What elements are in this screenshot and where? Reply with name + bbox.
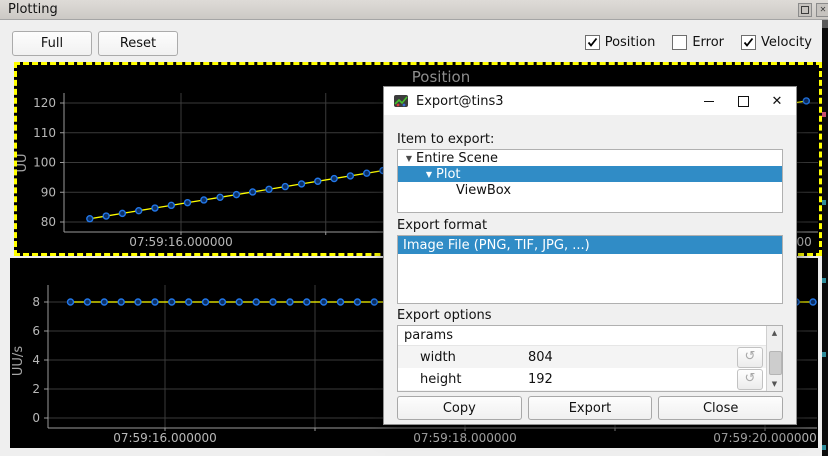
param-value[interactable]: 804 [528,350,553,365]
export-format-list: Image File (PNG, TIF, JPG, ...) [397,235,783,304]
dock-float-button[interactable] [798,3,812,17]
checkbox-position[interactable]: Position [585,35,656,50]
params-scrollbar[interactable]: ▲ ▼ [766,326,782,391]
scroll-down-icon[interactable]: ▼ [767,377,782,391]
params-group-label: params [404,328,453,343]
param-value[interactable]: 192 [528,372,553,387]
svg-text:UU/s: UU/s [11,346,26,376]
item-to-export-label: Item to export: [397,132,783,148]
svg-text:UU: UU [17,153,30,172]
param-row-clipped[interactable] [398,390,767,392]
svg-text:4: 4 [32,353,40,367]
dialog-close-button[interactable]: ✕ [760,87,794,115]
export-dialog: Export@tins3 ✕ Item to export: ▼Entire S… [383,86,797,425]
param-name: height [398,372,528,387]
checkbox-label: Position [605,35,656,50]
export-options-table: params width804 ↺ height192 ↺ ▲ ▼ [397,325,783,392]
tree-item-label: ViewBox [456,183,511,198]
checkbox-label: Velocity [761,35,812,50]
undo-icon[interactable]: ↺ [737,369,763,390]
checkbox-label: Error [692,35,724,50]
scroll-up-icon[interactable]: ▲ [767,326,782,340]
float-icon [801,6,809,14]
svg-text:0: 0 [32,411,40,425]
tree-item-entire-scene[interactable]: ▼Entire Scene [398,150,782,166]
format-list-item[interactable]: Image File (PNG, TIF, JPG, ...) [398,236,782,254]
window-title: Plotting [8,2,58,17]
checkbox-error[interactable]: Error [672,35,724,50]
reset-button[interactable]: Reset [98,31,178,56]
expanded-branch-icon[interactable]: ▼ [402,154,416,163]
item-to-export-tree: ▼Entire Scene▼PlotViewBox [397,149,783,213]
close-icon: ✕ [820,6,827,14]
svg-text:110: 110 [33,126,56,140]
plotting-window: Plotting ✕ Full Reset Position Error Veloc… [0,0,828,456]
scrollbar-thumb[interactable] [769,351,782,375]
svg-text:2: 2 [32,382,40,396]
close-button[interactable]: Close [658,396,783,420]
svg-text:80: 80 [41,215,56,229]
plot-toggle-checkboxes: Position Error Velocity [585,35,812,50]
dialog-button-row: CopyExportClose [397,396,783,420]
expanded-branch-icon[interactable]: ▼ [422,170,436,179]
background-scrollbar-marks [822,20,828,456]
minimize-icon [704,100,714,102]
unchecked-checkbox-icon[interactable] [672,35,687,50]
tree-item-plot[interactable]: ▼Plot [398,166,782,182]
checkbox-velocity[interactable]: Velocity [741,35,812,50]
tree-item-label: Plot [436,167,461,182]
export-dialog-titlebar[interactable]: Export@tins3 ✕ [384,87,796,115]
pyqtgraph-app-icon [393,93,409,109]
svg-text:6: 6 [32,324,40,338]
checked-checkbox-icon[interactable] [585,35,600,50]
svg-text:07:59:16.000000: 07:59:16.000000 [129,235,233,249]
maximize-icon [738,96,749,107]
export-options-label: Export options [397,308,783,324]
svg-text:8: 8 [32,295,40,309]
tree-item-label: Entire Scene [416,151,498,166]
svg-text:07:59:16.000000: 07:59:16.000000 [113,431,217,445]
svg-text:Position: Position [412,68,470,86]
param-row-height[interactable]: height192 ↺ [398,368,767,390]
close-icon: ✕ [772,95,783,108]
params-group-row[interactable]: params [398,326,767,346]
export-dialog-title: Export@tins3 [416,94,504,109]
svg-text:07:59:20.000000: 07:59:20.000000 [713,431,817,445]
tree-item-viewbox[interactable]: ViewBox [398,182,782,198]
undo-icon[interactable]: ↺ [737,347,763,368]
svg-text:120: 120 [33,96,56,110]
full-button[interactable]: Full [12,31,92,56]
svg-text:100: 100 [33,156,56,170]
svg-text:90: 90 [41,185,56,199]
dialog-maximize-button[interactable] [726,87,760,115]
export-format-label: Export format [397,218,783,234]
export-button[interactable]: Export [528,396,653,420]
param-name: width [398,350,528,365]
dock-close-button[interactable]: ✕ [816,3,828,17]
copy-button[interactable]: Copy [397,396,522,420]
param-row-width[interactable]: width804 ↺ [398,346,767,368]
dialog-minimize-button[interactable] [692,87,726,115]
window-titlebar[interactable]: Plotting ✕ [0,0,828,20]
checked-checkbox-icon[interactable] [741,35,756,50]
svg-text:07:59:18.000000: 07:59:18.000000 [413,431,517,445]
